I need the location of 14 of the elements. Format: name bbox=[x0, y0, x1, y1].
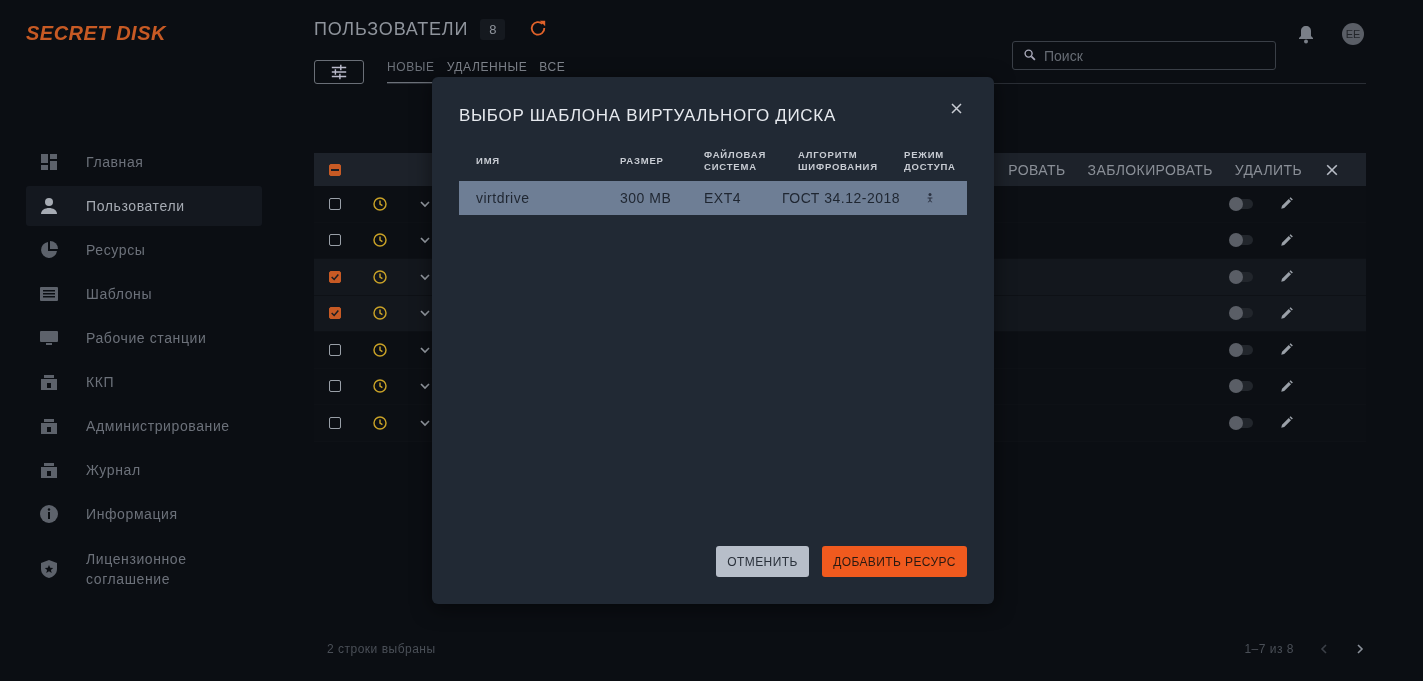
count-badge: 8 bbox=[480, 19, 506, 40]
column-header: ФАЙЛОВАЯ СИСТЕМА bbox=[704, 149, 768, 173]
column-header: АЛГОРИТМ ШИФРОВАНИЯ bbox=[798, 149, 878, 173]
page-range: 1–7 из 8 bbox=[1244, 642, 1294, 656]
table-cell-text: ГОСТ 34.12-2018 bbox=[782, 190, 902, 206]
column-header: РАЗМЕР bbox=[620, 155, 665, 167]
logo: SECRET DISK bbox=[26, 22, 168, 46]
page-title: ПОЛЬЗОВАТЕЛИ bbox=[314, 19, 469, 40]
table-cell-text: virtdrive bbox=[476, 190, 531, 206]
column-header: ИМЯ bbox=[476, 155, 501, 167]
dialog-title: ВЫБОР ШАБЛОНА ВИРТУАЛЬНОГО ДИСКА bbox=[459, 106, 836, 126]
selection-count: 2 строки выбраны bbox=[327, 642, 436, 656]
table-cell-text: 300 MB bbox=[620, 190, 673, 206]
column-header: РЕЖИМ ДОСТУПА bbox=[904, 149, 957, 173]
